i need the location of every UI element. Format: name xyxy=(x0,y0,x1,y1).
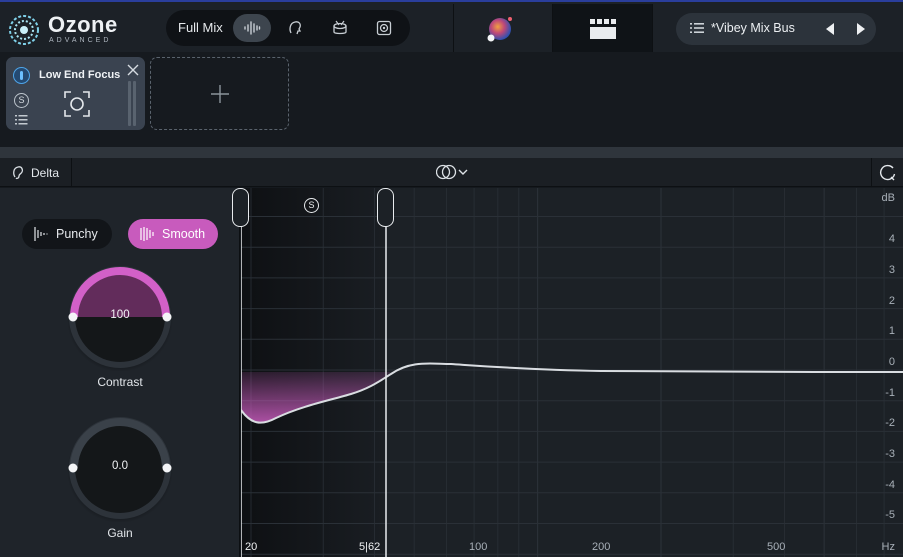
db-unit-label: dB xyxy=(881,192,895,204)
vocal-mode-button[interactable] xyxy=(277,14,315,42)
controls-panel: Punchy Smooth 100 Contrast 0.0 Gain xyxy=(0,188,240,557)
punchy-wave-icon xyxy=(34,227,48,241)
module-chain: Low End Focus S xyxy=(0,52,903,147)
drums-mode-button[interactable] xyxy=(321,14,359,42)
band-solo-button[interactable]: S xyxy=(304,198,319,213)
logo-subtitle: ADVANCED xyxy=(49,37,112,44)
close-icon[interactable] xyxy=(127,64,139,76)
module-list-icon[interactable] xyxy=(15,115,28,125)
add-module-button[interactable] xyxy=(150,57,289,130)
band-high-frequency: 5|62 xyxy=(359,541,381,553)
ear-icon xyxy=(13,166,24,180)
refresh-icon xyxy=(879,164,895,180)
module-input-meter xyxy=(128,81,131,126)
logo-name: Ozone xyxy=(48,12,118,37)
toolbar-divider xyxy=(453,4,454,54)
hz-tick: 100 xyxy=(469,541,488,553)
ozone-logo-icon xyxy=(9,15,39,45)
smooth-mode-button[interactable]: Smooth xyxy=(128,219,218,249)
contrast-label: Contrast xyxy=(97,375,143,389)
top-bar: Ozone ADVANCED Full Mix *Vibey Mix Bus xyxy=(0,0,903,54)
module-toolbar: Delta xyxy=(0,158,903,187)
preset-selector[interactable]: *Vibey Mix Bus xyxy=(676,13,876,45)
toolbar-divider xyxy=(652,4,653,54)
db-tick: -2 xyxy=(885,417,895,429)
plus-icon xyxy=(210,84,229,103)
stereo-mode-icon[interactable] xyxy=(436,164,470,180)
focus-target-icon xyxy=(64,91,90,117)
smooth-wave-icon xyxy=(140,227,154,241)
punchy-mode-button[interactable]: Punchy xyxy=(22,219,112,249)
modules-grid-icon xyxy=(589,19,616,39)
gain-label: Gain xyxy=(107,526,133,540)
delta-button[interactable]: Delta xyxy=(0,158,72,187)
hz-tick: 200 xyxy=(592,541,611,553)
smooth-label: Smooth xyxy=(162,227,206,241)
db-tick: -4 xyxy=(885,479,895,491)
module-title: Low End Focus xyxy=(39,69,121,81)
low-frequency-handle[interactable] xyxy=(232,188,249,227)
assistant-orb-icon[interactable] xyxy=(486,15,514,43)
delta-label: Delta xyxy=(31,166,60,180)
band-low-frequency: 20 xyxy=(245,541,258,553)
db-tick: -1 xyxy=(885,387,895,399)
voice-icon xyxy=(289,21,302,35)
high-frequency-handle[interactable] xyxy=(377,188,394,227)
module-power-button[interactable] xyxy=(13,67,30,84)
drum-icon xyxy=(333,20,347,35)
hz-tick: 500 xyxy=(767,541,786,553)
eq-graph[interactable]: S dB 4 3 2 1 0 -1 -2 -3 -4 -5 20 5|62 10… xyxy=(232,188,903,557)
previous-preset-icon[interactable] xyxy=(824,22,836,36)
db-tick: 1 xyxy=(888,325,895,337)
full-mix-label: Full Mix xyxy=(178,20,223,35)
instruments-mode-button[interactable] xyxy=(365,14,403,42)
preset-name: *Vibey Mix Bus xyxy=(711,21,795,35)
waveform-icon xyxy=(244,21,261,35)
preset-list-icon[interactable] xyxy=(690,22,704,34)
module-chain-tab[interactable] xyxy=(553,4,652,54)
next-preset-icon[interactable] xyxy=(855,22,867,36)
waveform-mode-button[interactable] xyxy=(233,14,271,42)
hz-unit-label: Hz xyxy=(881,541,895,553)
gain-value: 0.0 xyxy=(112,460,128,472)
eq-graph-canvas xyxy=(241,188,903,557)
speaker-icon xyxy=(376,20,392,36)
db-tick: -5 xyxy=(885,509,895,521)
reset-view-button[interactable] xyxy=(871,158,903,187)
db-tick: 2 xyxy=(888,295,895,307)
module-output-meter xyxy=(133,81,136,126)
module-solo-button[interactable]: S xyxy=(14,93,29,108)
punchy-label: Punchy xyxy=(56,227,98,241)
ozone-logo: Ozone ADVANCED xyxy=(8,10,128,48)
db-tick: 0 xyxy=(888,356,895,368)
db-tick: 3 xyxy=(888,264,895,276)
db-tick: -3 xyxy=(885,448,895,460)
db-tick: 4 xyxy=(888,233,895,245)
chain-divider-strip xyxy=(0,147,903,158)
contrast-value: 100 xyxy=(110,309,130,321)
mix-mode-bar: Full Mix xyxy=(166,10,410,46)
module-low-end-focus[interactable]: Low End Focus S xyxy=(6,57,145,130)
